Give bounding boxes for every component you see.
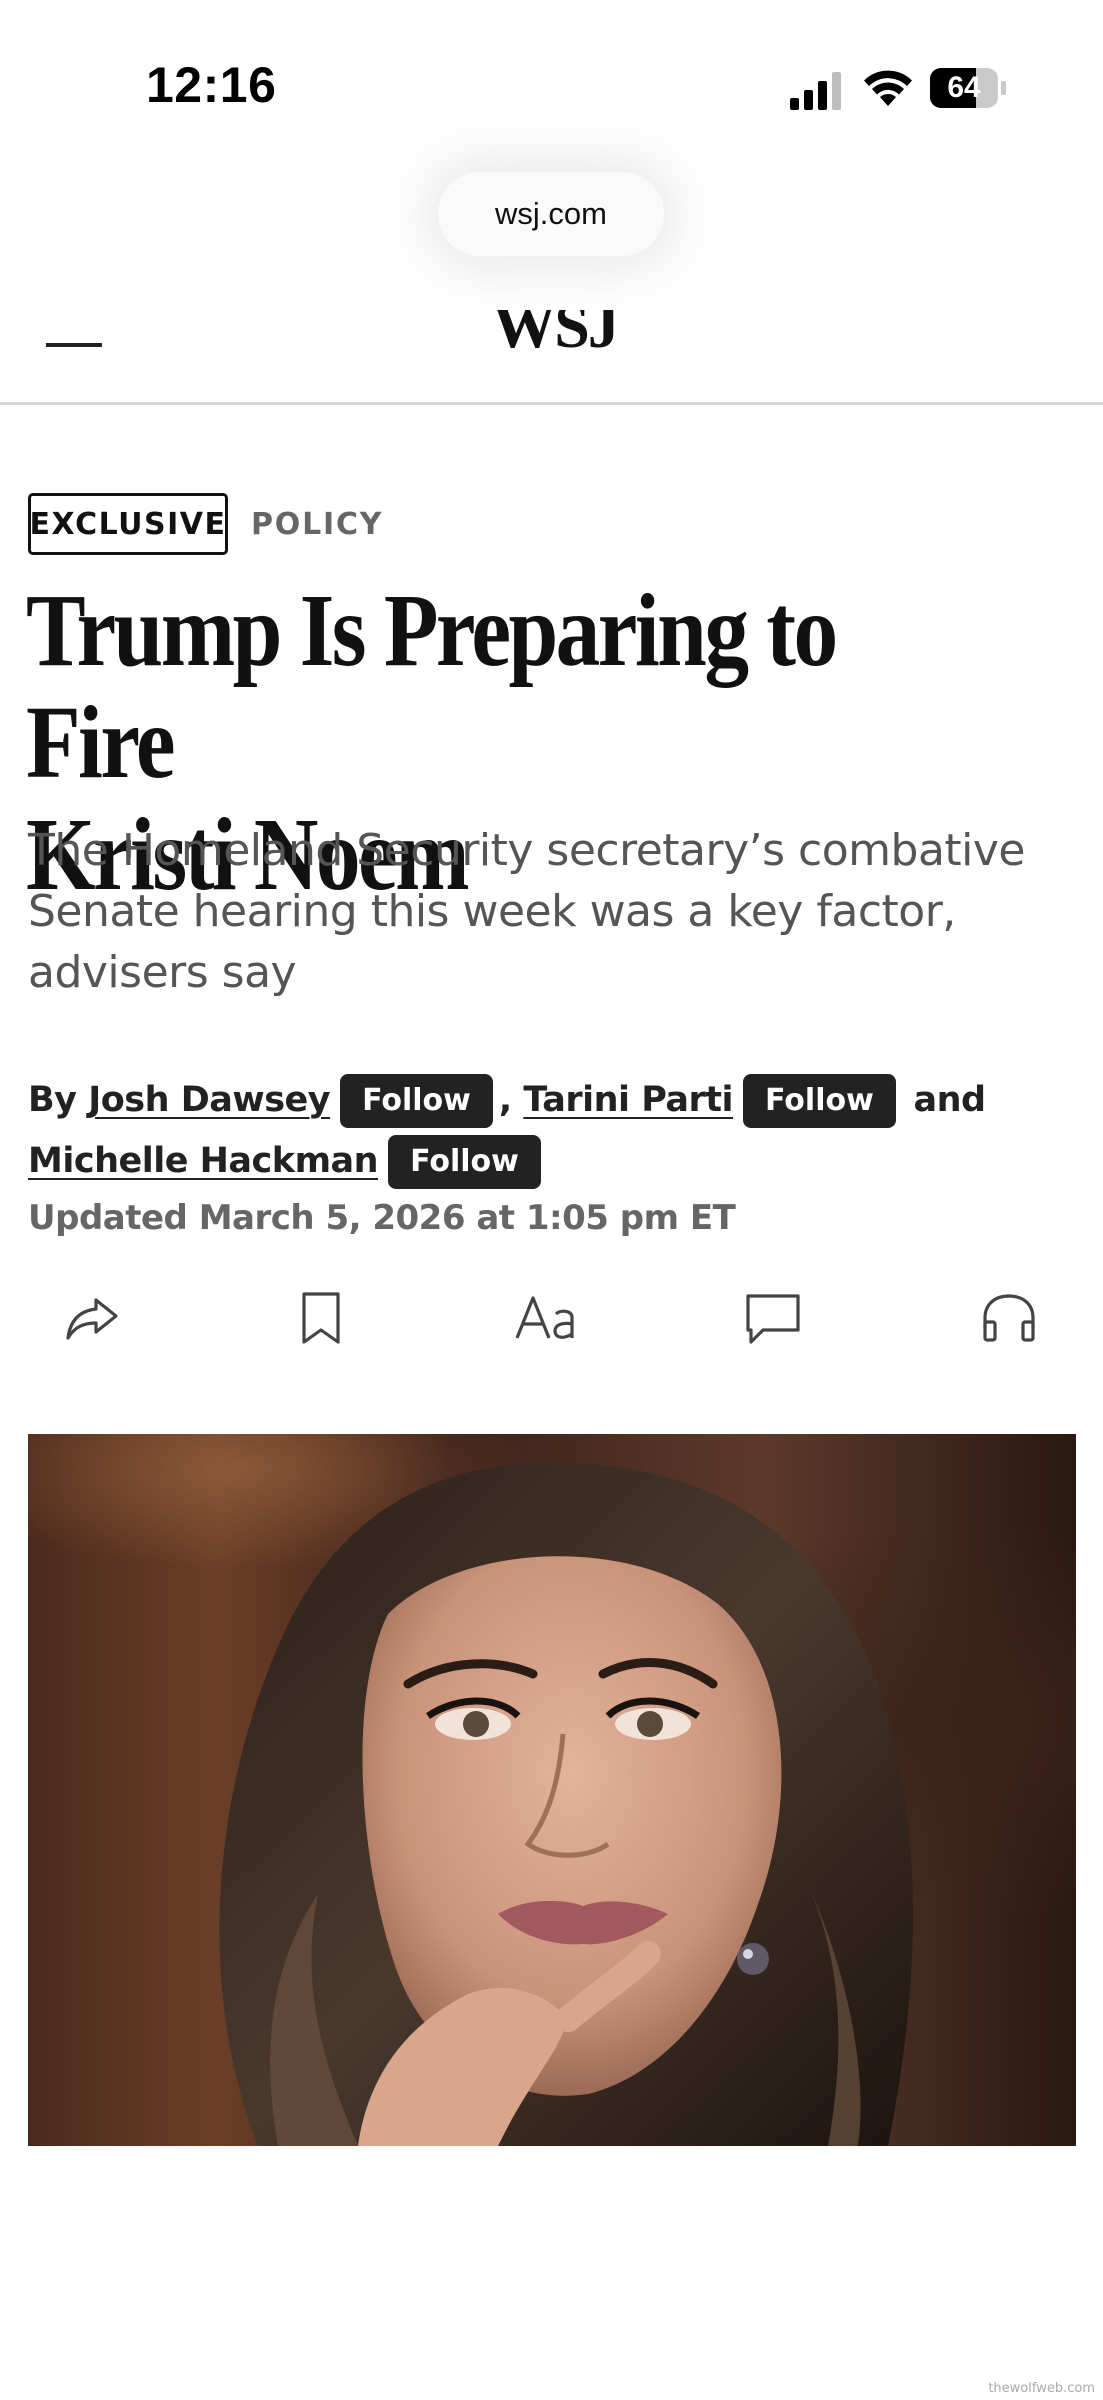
share-icon: [66, 1298, 118, 1340]
wsj-logo-text: WSJ: [492, 310, 620, 361]
byline-conjunction: and: [913, 1080, 987, 1120]
wsj-logo[interactable]: WSJ: [480, 310, 630, 370]
nav-divider: [0, 402, 1103, 405]
follow-button-michelle-hackman[interactable]: Follow: [388, 1135, 541, 1189]
author-link-michelle-hackman[interactable]: Michelle Hackman: [28, 1141, 379, 1181]
author-link-josh-dawsey[interactable]: Josh Dawsey: [88, 1080, 330, 1120]
watermark: thewolfweb.com: [988, 2381, 1095, 2396]
section-label[interactable]: POLICY: [251, 500, 383, 550]
exclusive-badge: EXCLUSIVE: [28, 493, 228, 555]
portrait-illustration: [219, 1462, 913, 2146]
follow-button-josh-dawsey[interactable]: Follow: [340, 1074, 493, 1128]
wsj-article-page: 12:16 64 wsj.com WSJ EXCLUSIVE POLICY Tr…: [0, 0, 1103, 2400]
status-time: 12:16: [146, 57, 277, 113]
text-size-icon: [515, 1296, 574, 1339]
battery-level: 64: [947, 71, 981, 104]
follow-button-tarini-parti[interactable]: Follow: [743, 1074, 896, 1128]
article-dek: The Homeland Security secretary’s combat…: [28, 825, 1026, 998]
listen-button[interactable]: [977, 1286, 1041, 1350]
url-bar[interactable]: wsj.com: [438, 172, 664, 256]
byline-prefix: By: [28, 1080, 77, 1120]
comments-icon: [746, 1294, 800, 1344]
menu-icon[interactable]: [46, 343, 102, 347]
text-size-button[interactable]: [514, 1286, 584, 1350]
comments-button[interactable]: [741, 1286, 805, 1350]
share-button[interactable]: [60, 1286, 124, 1350]
author-link-tarini-parti[interactable]: Tarini Parti: [523, 1080, 733, 1120]
updated-timestamp: Updated March 5, 2026 at 1:05 pm ET: [28, 1198, 736, 1238]
byline-separator: ,: [498, 1080, 512, 1120]
byline: By Josh Dawsey Follow, Tarini Parti Follow…: [28, 1070, 1088, 1192]
headline-line-1: Trump Is Preparing to Fire: [26, 573, 838, 800]
cellular-signal-icon: [790, 72, 841, 110]
wifi-icon: [864, 70, 912, 106]
article-hero-image[interactable]: [28, 1434, 1076, 2146]
listen-icon: [983, 1294, 1035, 1342]
bookmark-icon: [302, 1292, 340, 1344]
bookmark-button[interactable]: [289, 1286, 353, 1350]
